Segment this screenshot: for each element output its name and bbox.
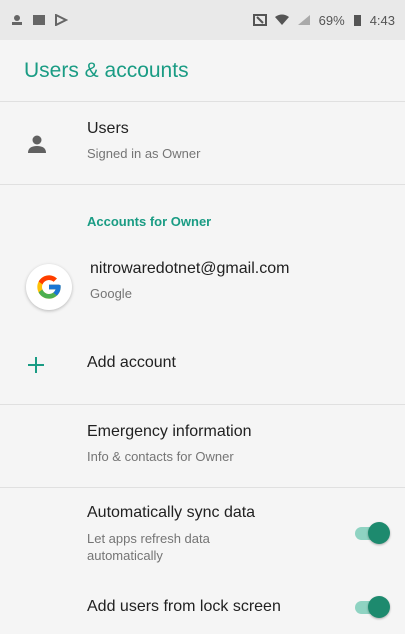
clock: 4:43 [369, 12, 395, 28]
emergency-title: Emergency information [87, 423, 252, 440]
page-title: Users & accounts [24, 58, 189, 82]
status-bar: 69% 4:43 [0, 0, 405, 40]
person-icon [24, 132, 50, 156]
sync-title: Automatically sync data [87, 504, 256, 521]
battery-percent: 69% [318, 12, 345, 28]
status-left-icons [10, 14, 68, 26]
emergency-subtitle: Info & contacts for Owner [87, 449, 234, 464]
nfc-icon [252, 14, 267, 26]
plus-icon [24, 353, 48, 377]
status-right-icons: 69% 4:43 [252, 12, 395, 28]
sync-subtitle: Let apps refresh data automatically [87, 531, 210, 563]
wifi-icon [274, 14, 289, 25]
add-account-label: Add account [87, 354, 176, 371]
google-icon [26, 264, 72, 310]
google-account-item[interactable]: nitrowaredotnet@gmail.com Google [0, 244, 405, 328]
auto-sync-toggle[interactable] [353, 522, 391, 544]
add-users-toggle[interactable] [353, 596, 391, 618]
battery-icon [353, 15, 361, 26]
notification-icon [12, 15, 22, 25]
users-item[interactable]: Users Signed in as Owner [0, 102, 405, 184]
account-email: nitrowaredotnet@gmail.com [90, 260, 290, 277]
section-header: Accounts for Owner [87, 214, 212, 229]
users-subtitle: Signed in as Owner [87, 146, 201, 161]
emergency-information-item[interactable]: Emergency information Info & contacts fo… [0, 405, 405, 487]
image-icon [33, 15, 45, 25]
account-provider: Google [90, 286, 132, 301]
divider [0, 184, 405, 185]
toggle-thumb [368, 522, 390, 544]
toggle-thumb [368, 596, 390, 618]
play-store-icon [55, 14, 68, 26]
users-title: Users [87, 120, 129, 137]
add-account-button[interactable]: Add account [0, 336, 405, 392]
auto-sync-item[interactable]: Automatically sync data Let apps refresh… [0, 488, 405, 580]
accounts-section: Accounts for Owner [0, 214, 405, 234]
app-bar: Users & accounts [0, 40, 405, 102]
add-users-title: Add users from lock screen [87, 598, 281, 615]
signal-icon [297, 15, 310, 25]
add-users-lock-screen-item[interactable]: Add users from lock screen [0, 580, 405, 634]
